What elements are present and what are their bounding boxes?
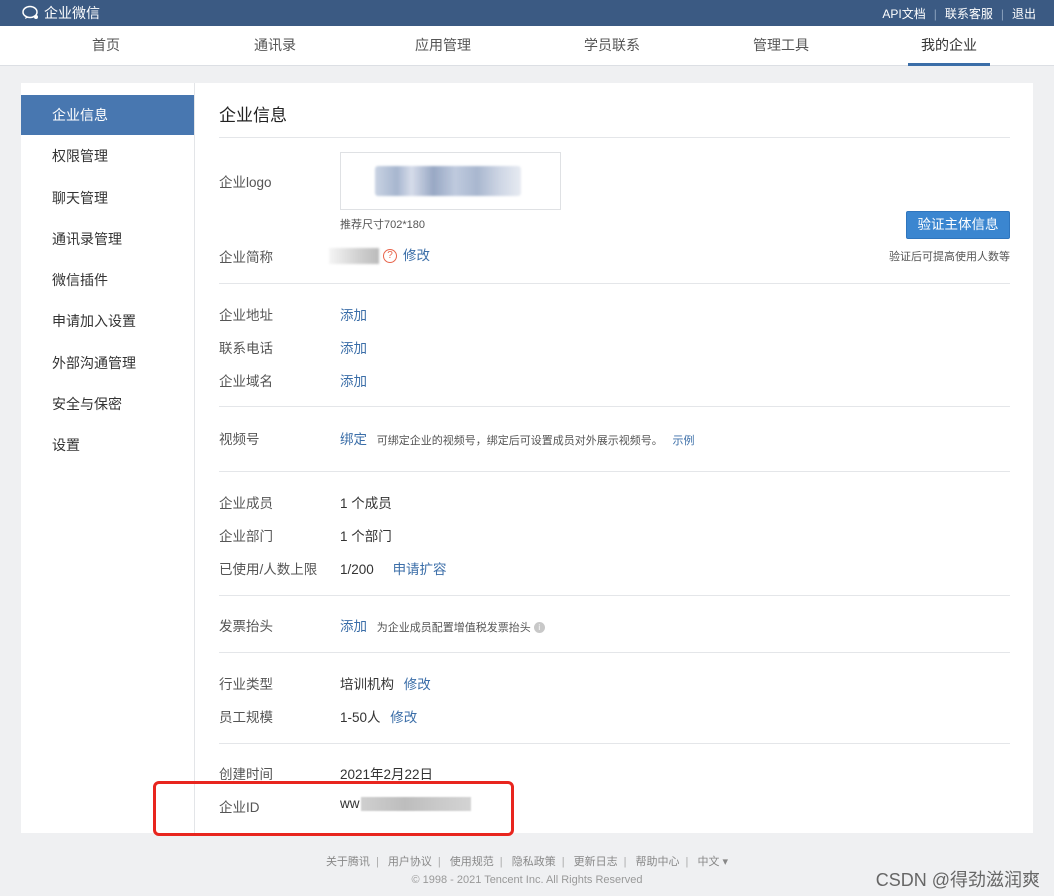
footer-link-usage-rules[interactable]: 使用规范 (450, 856, 494, 868)
add-address-link[interactable]: 添加 (340, 304, 367, 324)
logo-upload[interactable] (340, 152, 561, 210)
domain-label: 企业域名 (219, 374, 273, 389)
divider: | (685, 856, 689, 868)
verify-entity-button[interactable]: 验证主体信息 (906, 211, 1010, 239)
divider (219, 652, 1010, 653)
help-icon[interactable]: ? (383, 249, 397, 264)
divider (219, 406, 1010, 407)
edit-industry-link[interactable]: 修改 (404, 677, 431, 692)
top-bar: 企业微信 API文档 | 联系客服 | 退出 (0, 0, 1054, 26)
departments-value: 1 个部门 (340, 529, 392, 544)
divider: | (561, 856, 565, 868)
main-nav: 首页 通讯录 应用管理 学员联系 管理工具 我的企业 (0, 26, 1054, 66)
logout-link[interactable]: 退出 (1012, 5, 1036, 22)
brand[interactable]: 企业微信 (22, 3, 100, 23)
user-limit-value: 1/200 (340, 562, 374, 577)
verify-hint: 验证后可提高使用人数等 (889, 251, 1010, 263)
divider: | (499, 856, 503, 868)
video-account-label: 视频号 (219, 432, 260, 447)
sidebar-item-contacts-management[interactable]: 通讯录管理 (21, 219, 194, 259)
footer-link-changelog[interactable]: 更新日志 (574, 856, 618, 868)
footer-link-about[interactable]: 关于腾讯 (326, 856, 370, 868)
sidebar: 企业信息 权限管理 聊天管理 通讯录管理 微信插件 申请加入设置 外部沟通管理 … (21, 83, 195, 833)
sidebar-item-settings[interactable]: 设置 (21, 425, 194, 465)
industry-row: 培训机构 修改 (340, 673, 431, 693)
watermark: CSDN @得劲滋润爽 (875, 870, 1040, 890)
video-example-link[interactable]: 示例 (673, 435, 695, 447)
scale-label: 员工规模 (219, 710, 273, 725)
nav-app-management[interactable]: 应用管理 (401, 26, 485, 66)
invoice-label: 发票抬头 (219, 619, 273, 634)
address-label: 企业地址 (219, 308, 273, 323)
edit-scale-link[interactable]: 修改 (390, 710, 417, 725)
footer-link-agreement[interactable]: 用户协议 (388, 856, 432, 868)
highlight-box (153, 781, 514, 836)
divider (219, 471, 1010, 472)
enterprise-logo-image (375, 166, 521, 196)
nav-home[interactable]: 首页 (64, 26, 148, 66)
add-phone-link[interactable]: 添加 (340, 337, 367, 357)
created-label: 创建时间 (219, 767, 273, 782)
sidebar-item-permissions[interactable]: 权限管理 (21, 136, 194, 176)
user-limit-row: 1/200 申请扩容 (340, 558, 447, 578)
industry-label: 行业类型 (219, 677, 273, 692)
language-select[interactable]: 中文 ▾ (697, 856, 728, 868)
divider: | (437, 856, 441, 868)
footer-link-help[interactable]: 帮助中心 (636, 856, 680, 868)
top-links: API文档 | 联系客服 | 退出 (882, 5, 1036, 22)
sidebar-item-wechat-plugin[interactable]: 微信插件 (21, 260, 194, 300)
wework-logo-icon (22, 5, 38, 19)
footer-link-privacy[interactable]: 隐私政策 (512, 856, 556, 868)
user-limit-label: 已使用/人数上限 (219, 562, 318, 577)
short-name-value: ? 修改 (329, 244, 430, 265)
invoice-hint: 为企业成员配置增值税发票抬头 (376, 622, 531, 634)
logo-size-hint: 推荐尺寸702*180 (340, 219, 425, 231)
divider: | (375, 856, 379, 868)
api-docs-link[interactable]: API文档 (882, 5, 925, 22)
sidebar-item-security[interactable]: 安全与保密 (21, 384, 194, 424)
sidebar-item-join-settings[interactable]: 申请加入设置 (21, 301, 194, 341)
page-title: 企业信息 (219, 106, 287, 125)
bind-video-link[interactable]: 绑定 (340, 432, 367, 447)
logo-label: 企业logo (219, 175, 272, 190)
main-panel: 企业信息 企业logo 推荐尺寸702*180 企业简称 ? 修改 验证主体信息 … (195, 83, 1033, 833)
divider (219, 137, 1010, 138)
apply-expansion-link[interactable]: 申请扩容 (393, 562, 447, 577)
brand-name: 企业微信 (44, 5, 100, 21)
divider (219, 743, 1010, 744)
nav-my-enterprise[interactable]: 我的企业 (908, 26, 990, 66)
divider (219, 595, 1010, 596)
add-invoice-link[interactable]: 添加 (340, 619, 367, 634)
edit-short-name-link[interactable]: 修改 (403, 248, 430, 263)
info-icon[interactable]: i (533, 621, 545, 633)
short-name-label: 企业简称 (219, 250, 273, 265)
video-account-row: 绑定 可绑定企业的视频号，绑定后可设置成员对外展示视频号。 示例 (340, 428, 695, 448)
invoice-row: 添加 为企业成员配置增值税发票抬头 i (340, 615, 545, 635)
divider: | (1000, 6, 1004, 21)
members-value: 1 个成员 (340, 496, 392, 511)
scale-row: 1-50人 修改 (340, 706, 417, 726)
scale-value: 1-50人 (340, 710, 381, 725)
sidebar-item-enterprise-info[interactable]: 企业信息 (21, 95, 194, 135)
departments-label: 企业部门 (219, 529, 273, 544)
nav-student-contact[interactable]: 学员联系 (570, 26, 654, 66)
video-hint: 可绑定企业的视频号，绑定后可设置成员对外展示视频号。 (376, 435, 663, 447)
industry-value: 培训机构 (340, 677, 394, 692)
divider: | (623, 856, 627, 868)
created-value: 2021年2月22日 (340, 767, 434, 782)
members-label: 企业成员 (219, 496, 273, 511)
sidebar-item-external-communication[interactable]: 外部沟通管理 (21, 343, 194, 383)
nav-management-tools[interactable]: 管理工具 (739, 26, 823, 66)
divider (219, 283, 1010, 284)
contact-support-link[interactable]: 联系客服 (945, 5, 993, 22)
add-domain-link[interactable]: 添加 (340, 370, 367, 390)
sidebar-item-chat-management[interactable]: 聊天管理 (21, 178, 194, 218)
short-name-redacted (329, 248, 379, 265)
divider: | (933, 6, 937, 21)
nav-contacts[interactable]: 通讯录 (233, 26, 317, 66)
phone-label: 联系电话 (219, 341, 273, 356)
